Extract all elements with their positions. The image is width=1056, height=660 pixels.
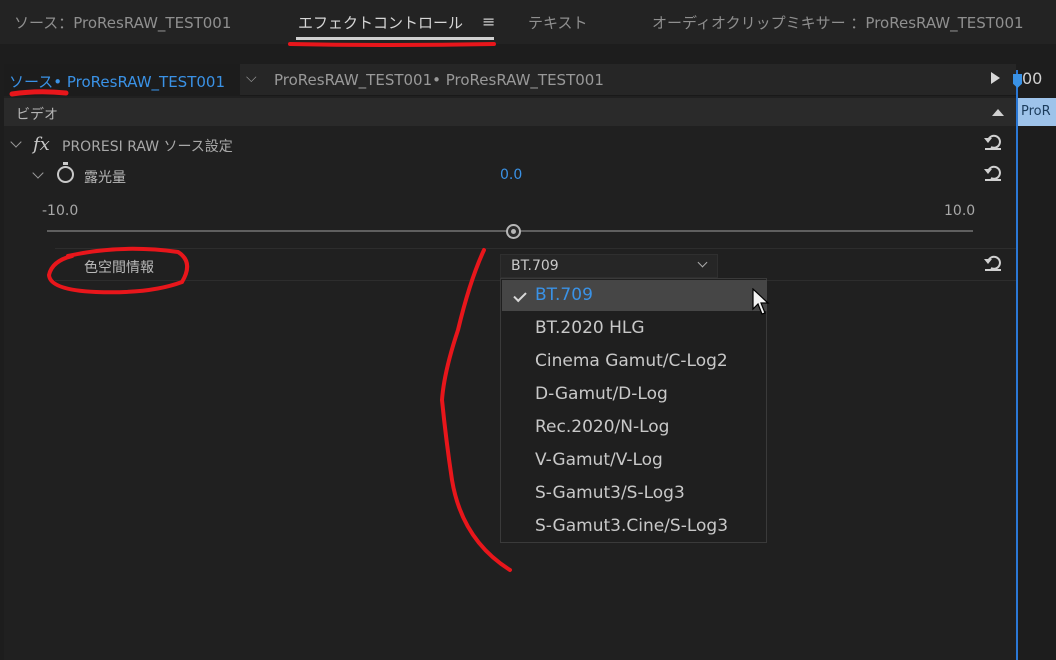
show-timeline-toggle-icon[interactable] <box>991 72 1000 84</box>
mouse-pointer-icon <box>752 288 770 315</box>
collapse-up-icon[interactable] <box>992 109 1004 116</box>
colorspace-dropdown-menu: BT.709 BT.2020 HLG Cinema Gamut/C-Log2 D… <box>500 278 767 543</box>
video-section-label: ビデオ <box>16 107 58 123</box>
exposure-value[interactable]: 0.0 <box>500 167 522 183</box>
row-divider <box>55 248 1016 249</box>
sequence-clip-tab[interactable]: ProResRAW_TEST001• ProResRAW_TEST001 <box>274 71 604 89</box>
dropdown-option[interactable]: V-Gamut/V-Log <box>502 445 767 476</box>
dropdown-option-label: V-Gamut/V-Log <box>535 450 663 470</box>
active-tab-indicator <box>296 37 494 40</box>
fx-toggle-icon[interactable]: fx <box>33 134 50 155</box>
dropdown-option-label: Rec.2020/N-Log <box>535 417 670 437</box>
panel-menu-icon[interactable]: ≡ <box>482 12 495 31</box>
colorspace-label: 色空間情報 <box>84 260 154 276</box>
check-icon <box>513 288 527 303</box>
dropdown-option[interactable]: S-Gamut3.Cine/S-Log3 <box>502 511 767 542</box>
dropdown-option[interactable]: S-Gamut3/S-Log3 <box>502 478 767 509</box>
dropdown-option-label: D-Gamut/D-Log <box>535 384 668 404</box>
dropdown-option-label: Cinema Gamut/C-Log2 <box>535 351 728 371</box>
master-clip-tab[interactable]: ソース• ProResRAW_TEST001 <box>4 64 240 96</box>
dropdown-option-label: S-Gamut3/S-Log3 <box>535 483 685 503</box>
timeline-timecode: 00 <box>1022 69 1043 88</box>
dropdown-option[interactable]: BT.709 <box>502 280 767 311</box>
reset-param-icon[interactable] <box>983 163 1003 183</box>
dropdown-option-label: BT.709 <box>535 285 593 305</box>
tab-audio-clip-mixer[interactable]: オーディオクリップミキサー ：ProResRAW_TEST001 <box>652 12 1024 33</box>
tab-source-monitor[interactable]: ソース：ProResRAW_TEST001 <box>14 12 231 33</box>
dropdown-option-label: S-Gamut3.Cine/S-Log3 <box>535 516 729 536</box>
dropdown-option[interactable]: BT.2020 HLG <box>502 313 767 344</box>
exposure-label: 露光量 <box>84 170 126 186</box>
colorspace-select[interactable]: BT.709 <box>500 254 718 278</box>
timeline-clip[interactable]: ProR <box>1018 98 1056 126</box>
tab-effect-controls[interactable]: エフェクトコントロール <box>298 12 463 33</box>
effect-name: PRORESI RAW ソース設定 <box>62 139 233 155</box>
dropdown-option[interactable]: Rec.2020/N-Log <box>502 412 767 443</box>
playhead-line[interactable] <box>1016 70 1018 660</box>
tab-text[interactable]: テキスト <box>528 12 588 33</box>
dropdown-option-label: BT.2020 HLG <box>535 318 645 338</box>
stopwatch-icon[interactable] <box>57 162 74 183</box>
reset-colorspace-icon[interactable] <box>983 253 1003 273</box>
video-section-header <box>4 98 1016 126</box>
slider-min-label: -10.0 <box>42 203 79 219</box>
dropdown-option[interactable]: D-Gamut/D-Log <box>502 379 767 410</box>
reset-effect-icon[interactable] <box>983 132 1003 152</box>
slider-max-label: 10.0 <box>944 203 976 219</box>
chevron-down-icon[interactable]: ⌵ <box>246 70 257 86</box>
dropdown-option[interactable]: Cinema Gamut/C-Log2 <box>502 346 767 377</box>
exposure-slider-thumb[interactable] <box>506 224 521 239</box>
